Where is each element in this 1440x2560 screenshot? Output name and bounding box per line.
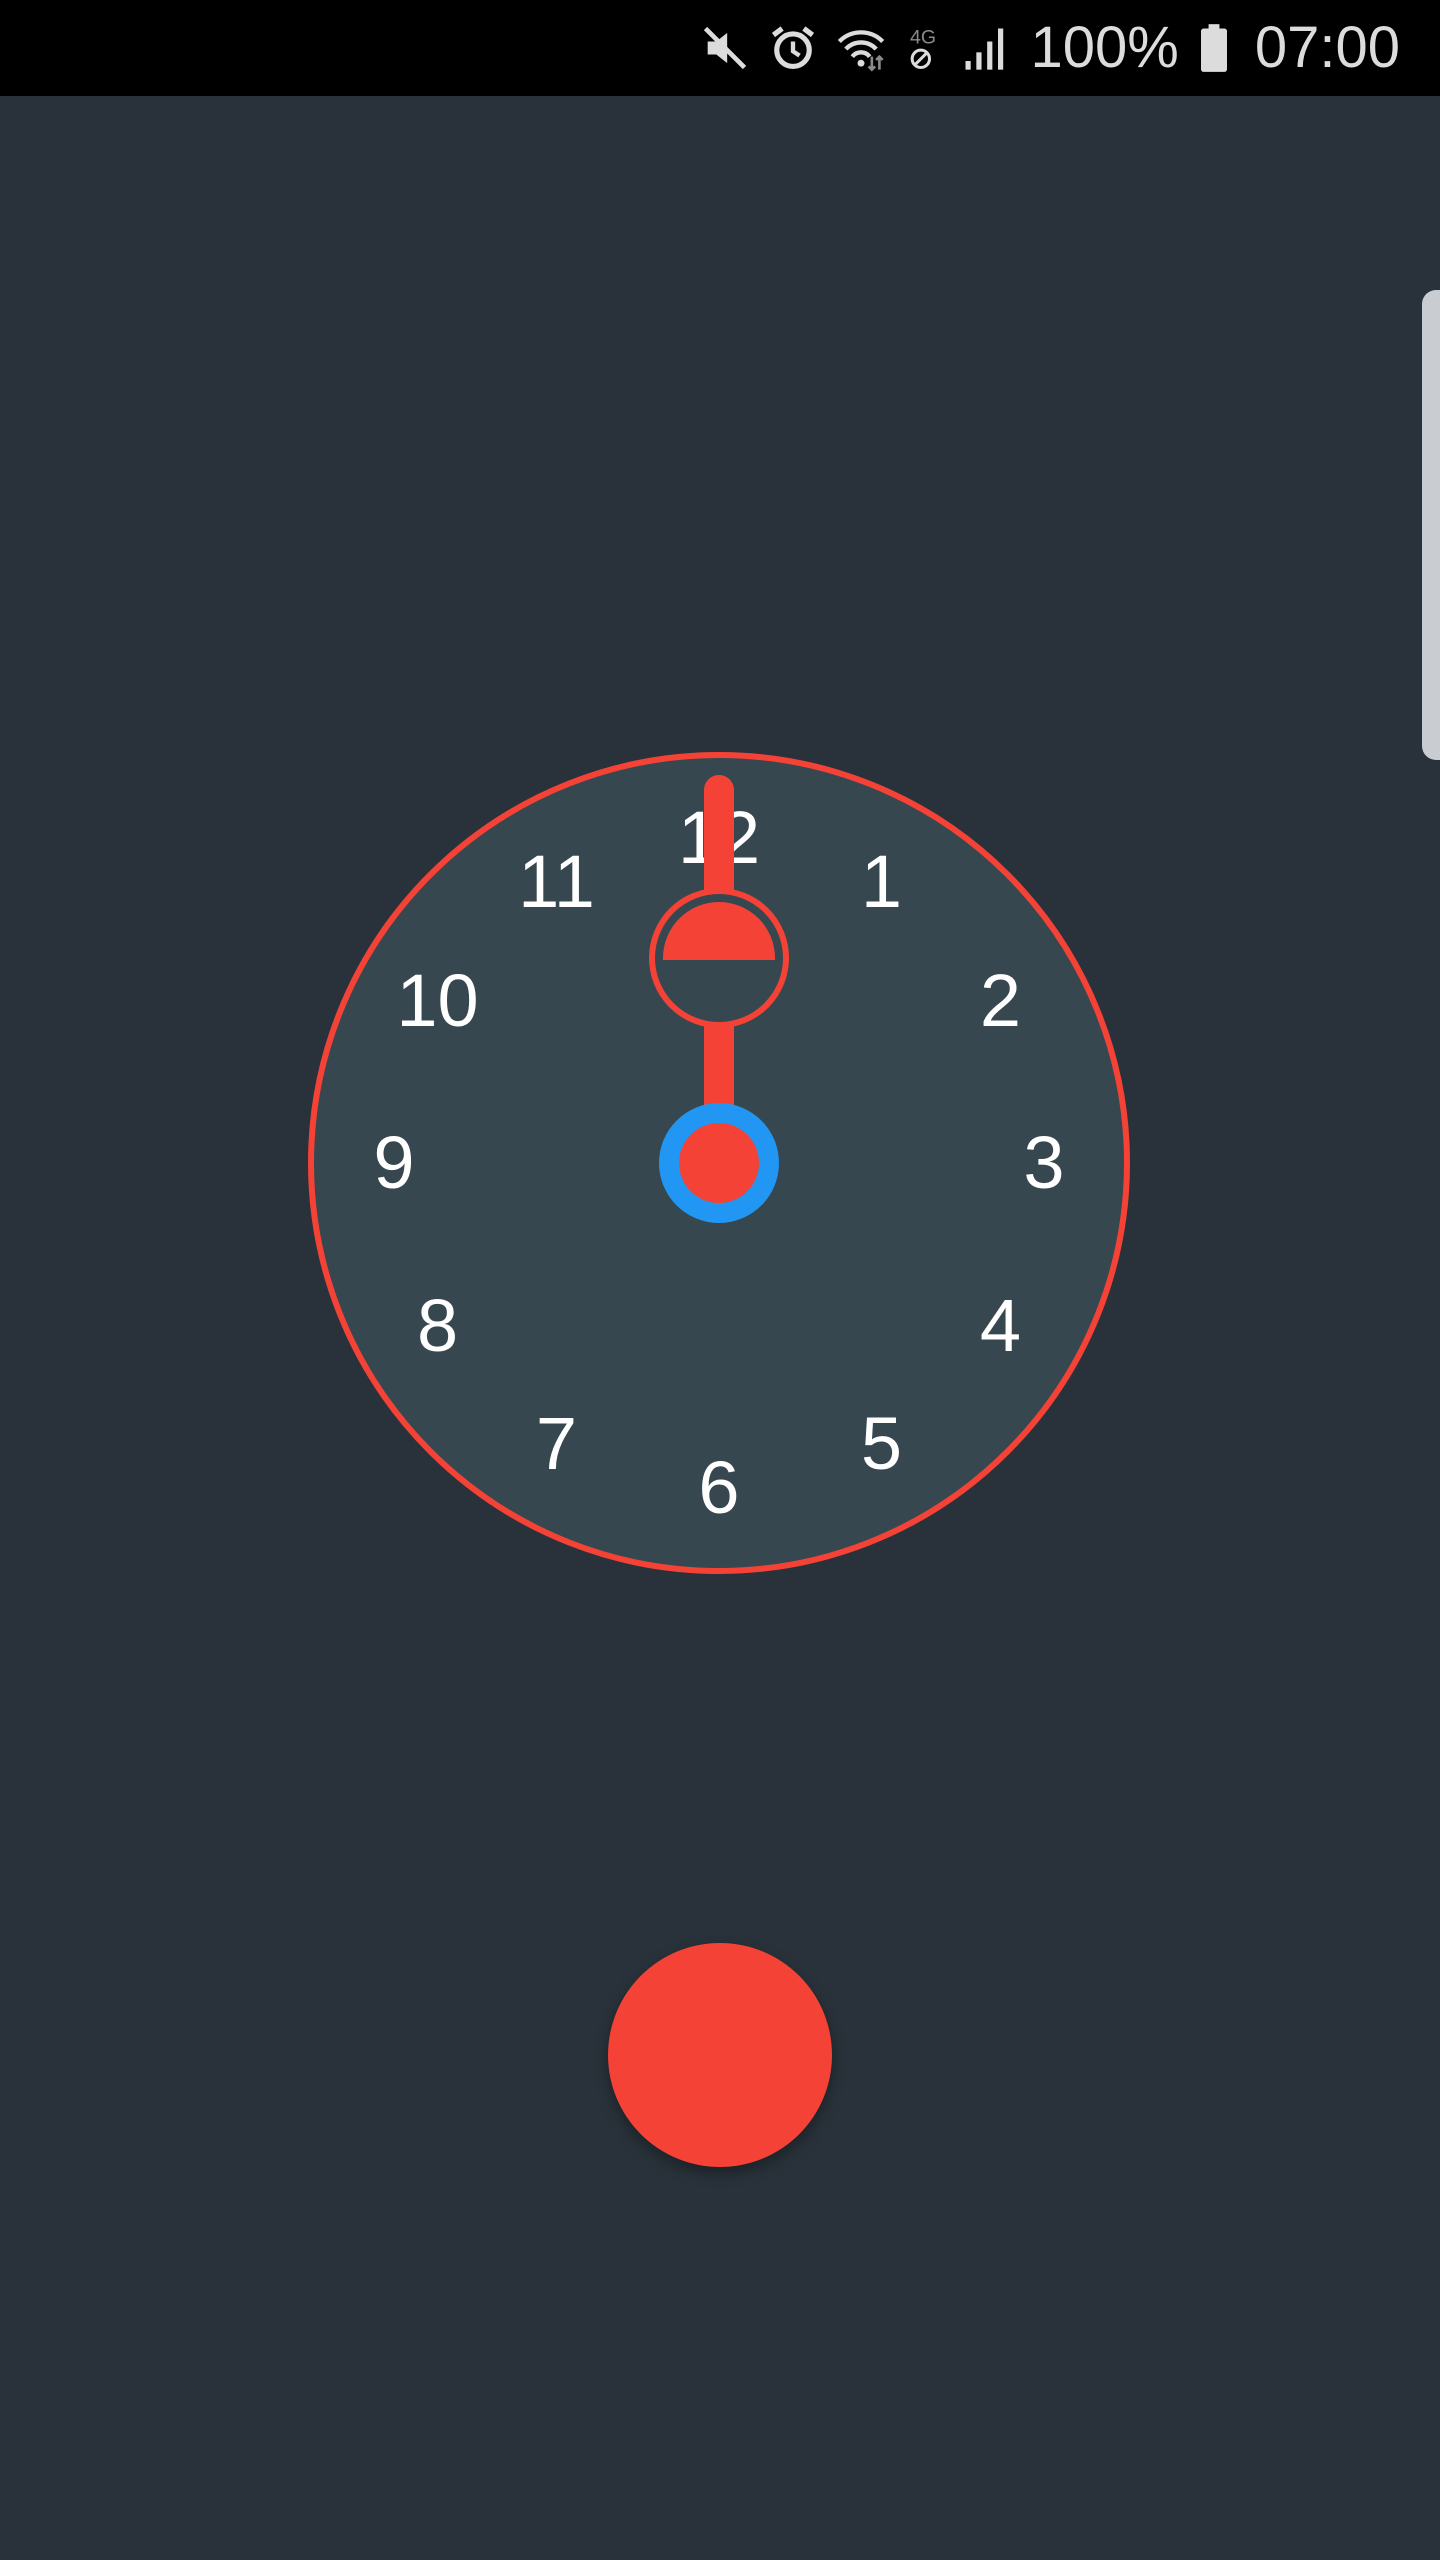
screen: 4G 100% 07:00 1 2 3 4 5 6 7 8 9 10 11 xyxy=(0,0,1440,2560)
alarm-icon xyxy=(767,22,819,74)
signal-icon xyxy=(959,22,1011,74)
wifi-icon xyxy=(835,22,887,74)
battery-icon xyxy=(1195,22,1233,74)
network-label: 4G xyxy=(909,27,935,49)
mute-icon xyxy=(699,22,751,74)
clock-dial[interactable]: 121234567891011 xyxy=(306,750,1132,1576)
status-time: 07:00 xyxy=(1254,15,1400,80)
edge-panel-handle[interactable] xyxy=(1422,290,1440,760)
4g-no-data-icon: 4G xyxy=(903,22,943,74)
pivot-inner xyxy=(679,1123,759,1203)
clock-hand-layer[interactable] xyxy=(306,750,1132,1576)
record-button[interactable] xyxy=(608,1943,832,2167)
status-bar: 4G 100% 07:00 xyxy=(0,0,1440,96)
battery-percent: 100% xyxy=(1030,15,1179,80)
status-icons: 4G 100% 07:00 xyxy=(699,0,1400,96)
